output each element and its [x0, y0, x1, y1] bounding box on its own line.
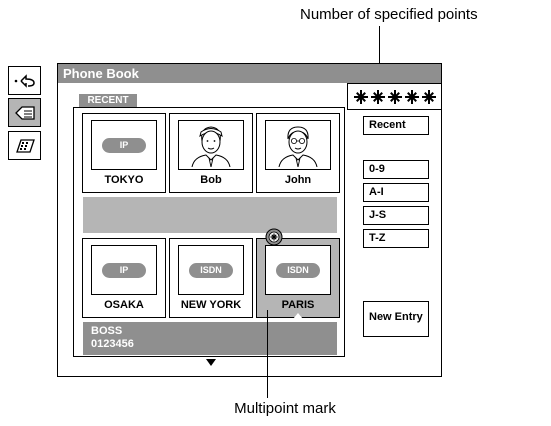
range-j-s-button[interactable]: J-S: [363, 206, 429, 225]
entry-name: OSAKA: [104, 299, 144, 311]
person-photo-icon: [278, 126, 318, 167]
multipoint-mark-icon: [265, 228, 283, 246]
entry-card[interactable]: John: [256, 113, 340, 193]
multipoint-indicator-icon: [353, 89, 436, 104]
group-separator-bar: [83, 197, 337, 233]
entry-info-number: 0123456: [91, 338, 134, 350]
range-t-z-button[interactable]: T-Z: [363, 229, 429, 248]
callout-multipoint-mark: Multipoint mark: [234, 400, 336, 417]
dial-tab[interactable]: [8, 131, 41, 160]
back-button[interactable]: [8, 66, 41, 95]
entry-thumbnail: IP: [91, 245, 157, 295]
connection-type-badge: IP: [102, 262, 146, 278]
specified-points-indicator: [347, 83, 442, 110]
entry-thumbnail: ISDN: [265, 245, 331, 295]
connection-type-badge: IP: [102, 137, 146, 153]
selected-entry-info: BOSS 0123456: [83, 322, 337, 355]
scroll-down-arrow-icon[interactable]: [206, 359, 216, 366]
entry-card[interactable]: ISDN NEW YORK: [169, 238, 253, 318]
entry-name: John: [284, 174, 312, 186]
range-0-9-button[interactable]: 0-9: [363, 160, 429, 179]
entry-card[interactable]: IP TOKYO: [82, 113, 166, 193]
phone-book-tab[interactable]: [8, 98, 41, 127]
entry-name: NEW YORK: [180, 299, 242, 311]
person-photo-icon: [191, 126, 231, 167]
connection-type-badge: ISDN: [276, 262, 320, 278]
entry-card[interactable]: Bob: [169, 113, 253, 193]
range-a-i-button[interactable]: A-I: [363, 183, 429, 202]
selection-pointer-icon: [293, 313, 303, 319]
entry-card[interactable]: IP OSAKA: [82, 238, 166, 318]
entry-thumbnail: ISDN: [178, 245, 244, 295]
phone-book-window: Phone Book RECENT IP TOKYO Bob John IP O…: [57, 63, 442, 377]
recent-tab-label[interactable]: RECENT: [79, 94, 137, 107]
entry-thumbnail: IP: [91, 120, 157, 170]
entry-info-name: BOSS: [91, 325, 123, 337]
window-title: Phone Book: [58, 64, 441, 83]
callout-leader-bottom: [267, 310, 268, 398]
phone-keypad-icon: [15, 138, 35, 153]
entry-name: Bob: [200, 174, 222, 186]
entry-thumbnail: [178, 120, 244, 170]
recent-button[interactable]: Recent: [363, 116, 429, 135]
entry-name: TOKYO: [104, 174, 144, 186]
entry-name: PARIS: [281, 299, 315, 311]
connection-type-badge: ISDN: [189, 262, 233, 278]
entries-frame: IP TOKYO Bob John IP OSAKA ISDN NEW YORK…: [73, 107, 345, 357]
phone-book-icon: [14, 105, 35, 120]
entry-thumbnail: [265, 120, 331, 170]
new-entry-button[interactable]: New Entry: [363, 301, 429, 337]
callout-number-of-points: Number of specified points: [300, 6, 478, 23]
back-arrow-icon: [14, 73, 35, 88]
entry-card-selected[interactable]: ISDN PARIS: [256, 238, 340, 319]
